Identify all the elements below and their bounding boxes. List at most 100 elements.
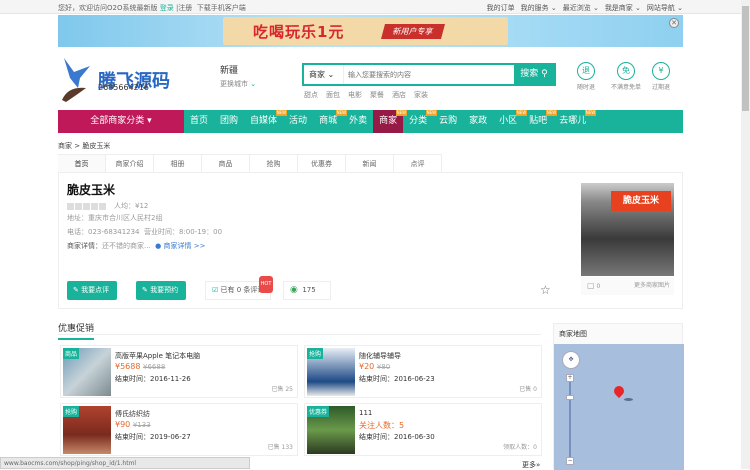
zoom-in-icon[interactable]: + xyxy=(566,374,574,382)
favorite-star-icon[interactable]: ☆ xyxy=(540,283,551,297)
map-marker-icon[interactable] xyxy=(611,383,627,399)
book-button[interactable]: ✎ 我要预约 xyxy=(136,281,187,300)
main-nav: 全部商家分类 ▾ 首页 团购 自媒体 NEW 活动 商城 NEW 外卖 商家 NEW 分类 NEW 云购… xyxy=(58,110,683,133)
app-download-link[interactable]: 下载手机客户端 xyxy=(197,4,246,12)
promo-tag: 优惠券 xyxy=(307,406,330,417)
zoom-out-icon[interactable]: − xyxy=(566,457,574,465)
promo-image[interactable]: 优惠券 xyxy=(307,406,355,454)
nav-item[interactable]: 商家 NEW xyxy=(373,110,408,133)
nav-item[interactable]: 家政 xyxy=(463,110,493,133)
nav-item[interactable]: 外卖 xyxy=(343,110,373,133)
hot-badge: HOT xyxy=(258,276,274,293)
review-button[interactable]: ✎ 我要点评 xyxy=(67,281,118,300)
search-icon: ⚲ xyxy=(541,69,548,79)
shop-phone: 电话：023-68341234 xyxy=(67,228,140,236)
nav-item[interactable]: 活动 xyxy=(283,110,313,133)
recent-menu[interactable]: 最近浏览 ⌄ xyxy=(563,3,599,13)
hot-keyword[interactable]: 家装 xyxy=(414,90,428,100)
zoom-slider[interactable] xyxy=(569,382,571,458)
shop-address: 地址：重庆市合川区人民村2组 xyxy=(67,214,163,222)
photo-icon: ▢ xyxy=(587,281,595,290)
tab-reviews[interactable]: 点评 xyxy=(394,155,442,173)
hot-keywords: 甜点 面包 电影 聚餐 酒店 家装 xyxy=(304,90,428,100)
shop-detail: 还不错的商家... xyxy=(102,242,151,250)
search-button[interactable]: 搜索 ⚲ xyxy=(514,65,554,84)
chevron-down-icon: ⌄ xyxy=(250,80,257,88)
nav-item[interactable]: 自媒体 NEW xyxy=(244,110,288,133)
search-bar: 商家 ⌄ 搜索 ⚲ xyxy=(302,63,556,86)
shop-hours: 营业时间：8:00-19：00 xyxy=(143,228,223,236)
nav-item[interactable]: 商城 NEW xyxy=(313,110,348,133)
hot-keyword[interactable]: 聚餐 xyxy=(370,90,384,100)
tab-album[interactable]: 相册 xyxy=(154,155,202,173)
nav-item[interactable]: 分类 NEW xyxy=(403,110,438,133)
promo-image[interactable]: 抢购 xyxy=(307,348,355,396)
city-selector[interactable]: 新疆 更换城市 ⌄ xyxy=(220,63,256,89)
register-link[interactable]: |注册 xyxy=(176,4,192,12)
merchant-menu[interactable]: 我是商家 ⌄ xyxy=(605,3,641,13)
my-services-menu[interactable]: 我的服务 ⌄ xyxy=(521,3,557,13)
promo-card[interactable]: 抢购 随化辅导辅导 ¥20 ¥80 结束时间：2016-06-23 已售 0 xyxy=(304,345,542,398)
dove-logo-icon xyxy=(62,58,90,102)
hot-keyword[interactable]: 酒店 xyxy=(392,90,406,100)
nav-item[interactable]: 云购 xyxy=(433,110,463,133)
shop-photo[interactable]: 脆皮玉米 xyxy=(581,183,674,276)
shop-detail-link[interactable]: 商家详情 >> xyxy=(163,242,205,250)
shop-name: 脆皮玉米 xyxy=(67,183,116,197)
promo-banner[interactable]: 吃喝玩乐1元 新用户专享 ✕ xyxy=(58,15,683,47)
site-nav-menu[interactable]: 网站导航 ⌄ xyxy=(647,3,683,13)
nav-item[interactable]: 小区 NEW xyxy=(493,110,528,133)
comments-count[interactable]: ☑ 已有 0 条评论 HOT xyxy=(205,276,274,300)
promo-price: ¥90 xyxy=(115,420,131,429)
promo-tag: 抢购 xyxy=(307,348,324,359)
promo-card[interactable]: 抢购 傅氏纺织纺 ¥90 ¥133 结束时间：2019-06-27 已售 133 xyxy=(60,403,298,456)
hot-keyword[interactable]: 电影 xyxy=(348,90,362,100)
promo-image[interactable]: 商品 xyxy=(63,348,111,396)
nav-item[interactable]: 首页 xyxy=(184,110,214,133)
tab-news[interactable]: 新闻 xyxy=(346,155,394,173)
promo-card[interactable]: 优惠券 111 关注人数：5 结束时间：2016-06-30 领取人数：0 xyxy=(304,403,542,456)
map-canvas[interactable]: ✥ + − xyxy=(554,344,684,470)
eye-icon: ◉ xyxy=(290,285,298,295)
tab-coupons[interactable]: 优惠券 xyxy=(298,155,346,173)
new-badge: NEW xyxy=(584,110,597,116)
nav-item[interactable]: 去哪儿 NEW xyxy=(553,110,597,133)
scrollbar-thumb[interactable] xyxy=(742,6,749,111)
scrollbar[interactable] xyxy=(741,0,750,469)
close-icon[interactable]: ✕ xyxy=(669,18,679,28)
shop-tabs: 首页 商家介绍 相册 商品 抢购 优惠券 新闻 点评 xyxy=(58,154,442,173)
tab-home[interactable]: 首页 xyxy=(58,155,106,173)
promo-sold: 已售 133 xyxy=(267,444,293,451)
pan-control-icon[interactable]: ✥ xyxy=(562,351,580,369)
feature-anytime-refund: 退随时退 xyxy=(577,62,595,91)
my-orders-link[interactable]: 我的订单 xyxy=(487,3,515,13)
promo-name[interactable]: 傅氏纺织纺 xyxy=(115,409,150,419)
zoom-handle[interactable] xyxy=(566,395,574,400)
all-categories-button[interactable]: 全部商家分类 ▾ xyxy=(58,110,184,133)
more-photos-link[interactable]: 更多商家图片 xyxy=(634,277,670,295)
logo[interactable]: 腾飞源码 2685664216 xyxy=(60,56,170,104)
change-city-link[interactable]: 更换城市 xyxy=(220,80,248,88)
promo-name[interactable]: 111 xyxy=(359,409,372,417)
search-category-select[interactable]: 商家 ⌄ xyxy=(304,65,344,84)
tab-goods[interactable]: 商品 xyxy=(202,155,250,173)
search-input[interactable] xyxy=(344,65,514,84)
hot-keyword[interactable]: 面包 xyxy=(326,90,340,100)
edit-icon: ✎ xyxy=(73,286,79,294)
nav-item[interactable]: 团购 xyxy=(214,110,244,133)
promo-end-time: 结束时间：2016-11-26 xyxy=(115,375,191,383)
login-link[interactable]: 登录 xyxy=(160,4,174,12)
promo-card[interactable]: 商品 高版苹果Apple 笔记本电脑 ¥5688 ¥6688 结束时间：2016… xyxy=(60,345,298,398)
promo-end-time: 结束时间：2016-06-23 xyxy=(359,375,435,383)
promo-title: 优惠促销 xyxy=(58,321,95,340)
hot-keyword[interactable]: 甜点 xyxy=(304,90,318,100)
tab-intro[interactable]: 商家介绍 xyxy=(106,155,154,173)
promo-name[interactable]: 随化辅导辅导 xyxy=(359,351,401,361)
promo-tag: 抢购 xyxy=(63,406,80,417)
promo-image[interactable]: 抢购 xyxy=(63,406,111,454)
promo-name[interactable]: 高版苹果Apple 笔记本电脑 xyxy=(115,351,200,361)
tab-flash-sale[interactable]: 抢购 xyxy=(250,155,298,173)
avg-price: 人均：¥12 xyxy=(114,202,149,210)
promo-price: ¥20 xyxy=(359,362,375,371)
nav-item[interactable]: 贴吧 NEW xyxy=(523,110,558,133)
